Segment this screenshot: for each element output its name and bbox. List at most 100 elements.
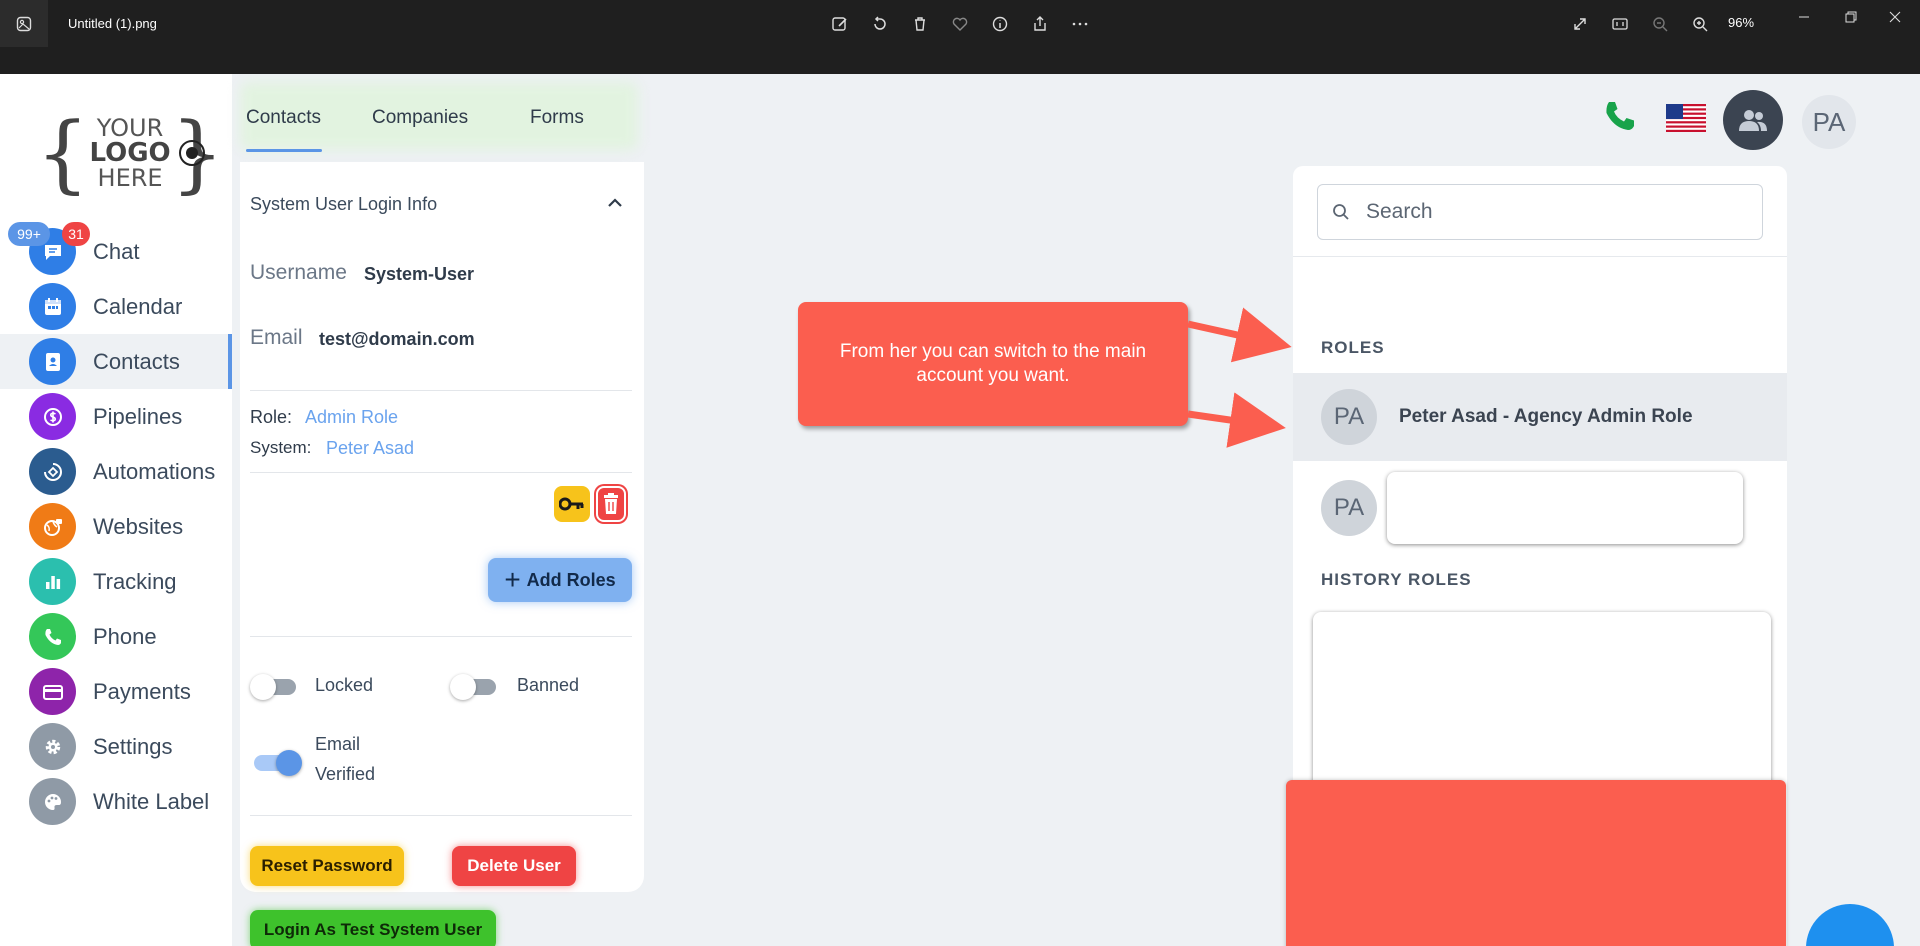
- divider: [250, 472, 632, 473]
- divider: [250, 636, 632, 637]
- locked-label: Locked: [315, 675, 374, 695]
- phone-icon: [29, 613, 76, 660]
- redacted-block: [1286, 780, 1786, 946]
- tab-contacts[interactable]: Contacts: [232, 74, 358, 162]
- email-verified-label: Verified: [315, 764, 376, 784]
- zoom-in-icon[interactable]: [1687, 12, 1713, 36]
- sidebar-item-label: Pipelines: [93, 403, 183, 429]
- dollar-icon: [29, 393, 76, 440]
- gear-icon: [29, 723, 76, 770]
- card-icon: [29, 668, 76, 715]
- arrow-to-main-role: [1187, 307, 1292, 363]
- sidebar-item-label: Settings: [93, 733, 173, 759]
- email-verified-toggle[interactable]: [250, 750, 302, 776]
- sidebar-item-settings[interactable]: Settings: [0, 719, 232, 774]
- zoom-out-icon[interactable]: [1647, 12, 1673, 36]
- bar-chart-icon: [29, 558, 76, 605]
- sidebar-item-label: Contacts: [93, 348, 180, 374]
- favorite-icon[interactable]: [947, 12, 973, 36]
- sidebar-item-calendar[interactable]: Calendar: [0, 279, 232, 334]
- banned-toggle[interactable]: [450, 674, 500, 700]
- redacted-role-box: [1387, 472, 1743, 544]
- sidebar-item-label: Tracking: [93, 568, 177, 594]
- delete-role-button[interactable]: [596, 486, 626, 522]
- palette-icon: [29, 778, 76, 825]
- minimize-icon[interactable]: [1789, 6, 1819, 28]
- automation-icon: [29, 448, 76, 495]
- delete-icon[interactable]: [907, 12, 933, 36]
- avatar: PA: [1321, 480, 1377, 536]
- sidebar-item-white-label[interactable]: White Label: [0, 774, 232, 829]
- restore-icon[interactable]: [1836, 6, 1866, 28]
- photos-app-icon[interactable]: [0, 0, 48, 47]
- user-avatar[interactable]: PA: [1802, 95, 1856, 149]
- sidebar-item-phone[interactable]: Phone: [0, 609, 232, 664]
- contact-tabs: Contacts Companies Forms: [232, 74, 638, 162]
- sidebar-item-tracking[interactable]: Tracking: [0, 554, 232, 609]
- sidebar-item-automations[interactable]: Automations: [0, 444, 232, 499]
- phone-icon[interactable]: [1600, 96, 1640, 136]
- reset-password-button[interactable]: Reset Password: [250, 846, 404, 886]
- tab-companies[interactable]: Companies: [358, 74, 516, 162]
- globe-icon: [29, 503, 76, 550]
- role-label: Role:: [250, 407, 293, 427]
- more-icon[interactable]: [1067, 12, 1093, 36]
- roles-heading: ROLES: [1321, 338, 1385, 357]
- system-link[interactable]: Peter Asad: [326, 438, 414, 459]
- chat-count-badge: 99+: [8, 222, 50, 246]
- sidebar-item-websites[interactable]: Websites: [0, 499, 232, 554]
- info-icon[interactable]: [987, 12, 1013, 36]
- sidebar-item-label: Chat: [93, 238, 140, 264]
- sidebar: { YOUR LOGO HERE } Chat Calendar Contact…: [0, 74, 232, 946]
- actual-size-icon[interactable]: [1607, 12, 1633, 36]
- notification-count-badge: 31: [62, 222, 90, 246]
- sidebar-toggle-icon[interactable]: [179, 140, 205, 166]
- delete-user-button[interactable]: Delete User: [452, 846, 576, 886]
- system-label: System:: [250, 438, 312, 457]
- switch-account-button[interactable]: [1723, 90, 1783, 150]
- sidebar-item-pipelines[interactable]: Pipelines: [0, 389, 232, 444]
- key-button[interactable]: [554, 486, 590, 522]
- email-verified-label: Email: [315, 734, 361, 754]
- file-title: Untitled (1).png: [68, 16, 157, 31]
- photo-viewer-toolbar: Untitled (1).png 96%: [0, 0, 1920, 74]
- close-icon[interactable]: [1880, 6, 1910, 28]
- panel-title: System User Login Info: [250, 194, 438, 214]
- login-as-system-user-button[interactable]: Login As Test System User: [250, 910, 496, 946]
- sidebar-item-contacts[interactable]: Contacts: [0, 334, 232, 389]
- sidebar-item-label: Calendar: [93, 293, 183, 319]
- key-icon: [559, 497, 584, 511]
- email-value: test@domain.com: [319, 329, 475, 349]
- username-value: System-User: [364, 264, 475, 284]
- users-icon: [1739, 110, 1767, 131]
- us-flag-icon[interactable]: [1666, 104, 1706, 132]
- divider: [250, 815, 632, 816]
- sidebar-item-label: Websites: [93, 513, 184, 539]
- sidebar-item-label: Phone: [93, 623, 157, 649]
- divider: [250, 390, 632, 391]
- trash-icon: [604, 493, 618, 514]
- sidebar-item-payments[interactable]: Payments: [0, 664, 232, 719]
- company-logo: { YOUR LOGO HERE }: [36, 104, 225, 202]
- calendar-icon: [29, 283, 76, 330]
- chat-widget-button[interactable]: [1806, 904, 1894, 946]
- add-roles-button[interactable]: + Add Roles: [488, 558, 632, 602]
- contacts-icon: [29, 338, 76, 385]
- edit-image-icon[interactable]: [827, 12, 853, 36]
- app-canvas: { YOUR LOGO HERE } Chat Calendar Contact…: [0, 74, 1920, 946]
- sidebar-item-label: Automations: [93, 458, 216, 484]
- fullscreen-icon[interactable]: [1567, 12, 1593, 36]
- chevron-up-icon[interactable]: [604, 192, 626, 214]
- system-user-panel: System User Login Info Username System-U…: [240, 162, 644, 946]
- locked-toggle[interactable]: [250, 674, 300, 700]
- arrow-to-second-role: [1187, 392, 1286, 448]
- annotation-callout: From her you can switch to the main acco…: [798, 302, 1188, 426]
- role-option[interactable]: PA Peter Asad - Agency Admin Role: [1293, 373, 1787, 461]
- plus-icon: +: [504, 564, 521, 595]
- role-search: [1317, 184, 1763, 240]
- role-link[interactable]: Admin Role: [305, 407, 398, 428]
- search-input[interactable]: [1366, 200, 1726, 224]
- share-icon[interactable]: [1027, 12, 1053, 36]
- tab-forms[interactable]: Forms: [516, 74, 626, 162]
- rotate-icon[interactable]: [867, 12, 893, 36]
